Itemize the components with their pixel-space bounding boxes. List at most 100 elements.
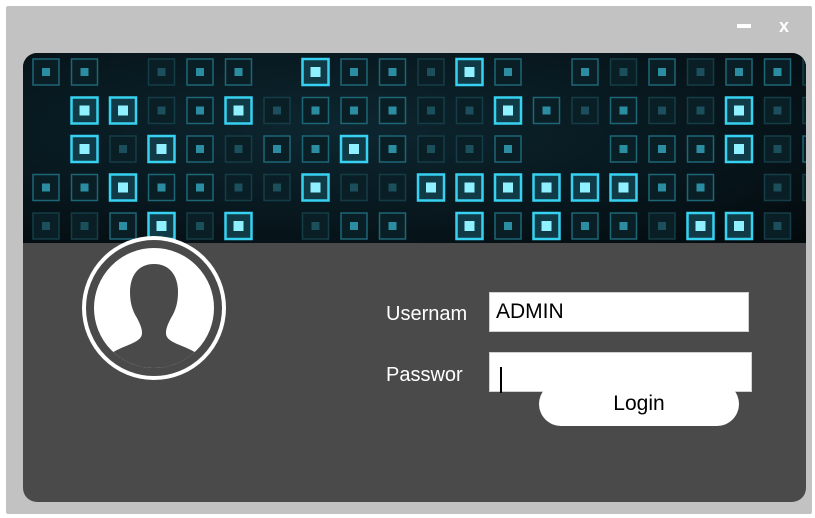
- grid-tile: [301, 212, 330, 240]
- avatar: [82, 236, 226, 380]
- grid-tile: [224, 135, 253, 163]
- grid-tile: [648, 58, 676, 86]
- grid-tile: [417, 96, 445, 125]
- grid-tile: [609, 58, 638, 86]
- grid-tile: [763, 58, 792, 86]
- close-button[interactable]: x: [774, 16, 794, 36]
- grid-tile: [417, 135, 445, 163]
- grid-tile: [340, 173, 368, 202]
- grid-tile: [301, 57, 330, 87]
- grid-tile: [263, 96, 291, 125]
- grid-tile: [493, 96, 523, 125]
- grid-tile: [763, 96, 792, 125]
- user-silhouette-icon: [86, 240, 222, 376]
- grid-tile: [609, 212, 638, 240]
- grid-tile: [609, 173, 638, 202]
- grid-tile: [109, 135, 137, 163]
- grid-tile: [686, 135, 715, 163]
- grid-tile: [494, 135, 522, 163]
- grid-tile: [378, 58, 407, 86]
- grid-tile: [70, 134, 99, 164]
- grid-tile: [378, 96, 407, 125]
- grid-tile: [147, 173, 176, 202]
- minimize-button[interactable]: [734, 16, 754, 36]
- grid-tile: [186, 96, 214, 125]
- grid-tile: [609, 96, 638, 125]
- grid-tile: [648, 96, 676, 125]
- grid-tile: [378, 173, 407, 202]
- grid-tile: [763, 173, 792, 202]
- grid-tile: [686, 211, 715, 241]
- grid-tile: [455, 57, 484, 87]
- username-label: Usernam: [386, 303, 468, 325]
- grid-tile: [455, 96, 484, 125]
- grid-tile: [339, 134, 369, 164]
- grid-tile: [648, 173, 676, 202]
- grid-tile: [571, 96, 599, 125]
- grid-tile: [648, 135, 676, 163]
- grid-tile: [455, 135, 484, 163]
- grid-tile: [455, 173, 484, 202]
- grid-tile: [32, 58, 60, 86]
- grid-tile: [147, 58, 176, 86]
- grid-tile: [224, 96, 253, 125]
- grid-tile: [70, 96, 99, 125]
- grid-tile: [108, 173, 138, 202]
- grid-tile: [186, 212, 214, 240]
- grid-tile: [455, 211, 484, 241]
- grid-tile: [802, 96, 806, 125]
- grid-tile: [340, 212, 368, 240]
- grid-tile: [70, 212, 99, 240]
- grid-tile: [224, 173, 253, 202]
- grid-tile: [224, 211, 253, 241]
- grid-tile: [802, 58, 806, 86]
- grid-tile: [802, 135, 806, 163]
- grid-tile: [763, 135, 792, 163]
- grid-tile: [340, 58, 368, 86]
- grid-tile: [686, 96, 715, 125]
- grid-tile: [725, 58, 753, 86]
- grid-tile: [571, 212, 599, 240]
- grid-tile: [108, 96, 138, 125]
- grid-tile: [147, 96, 176, 125]
- grid-tile: [301, 96, 330, 125]
- login-button[interactable]: Login: [539, 382, 739, 426]
- banner-image: [23, 53, 806, 243]
- grid-tile: [301, 173, 330, 202]
- grid-tile: [609, 135, 638, 163]
- grid-tile: [340, 96, 368, 125]
- password-label: Passwor: [386, 364, 463, 386]
- grid-tile: [224, 58, 253, 86]
- grid-tile: [686, 173, 715, 202]
- grid-tile: [263, 135, 291, 163]
- minimize-icon: [737, 24, 751, 28]
- grid-tile: [532, 211, 561, 241]
- grid-tile: [378, 135, 407, 163]
- grid-tile: [186, 58, 214, 86]
- grid-tile: [724, 96, 754, 125]
- grid-tile: [417, 58, 445, 86]
- grid-tile: [686, 58, 715, 86]
- grid-tile: [532, 173, 561, 202]
- grid-tile: [763, 212, 792, 240]
- grid-tile: [532, 96, 561, 125]
- grid-tile: [263, 173, 291, 202]
- grid-tile: [186, 173, 214, 202]
- grid-tile: [724, 134, 754, 164]
- username-input[interactable]: [489, 292, 749, 332]
- window-controls: x: [734, 16, 794, 36]
- grid-tile: [70, 58, 99, 86]
- grid-tile: [570, 173, 600, 202]
- login-window: x Usernam Passwor Login: [6, 6, 812, 514]
- grid-tile: [724, 211, 754, 241]
- circuit-grid-graphic: [32, 57, 806, 241]
- grid-tile: [802, 173, 806, 202]
- grid-tile: [648, 212, 676, 240]
- grid-tile: [32, 212, 60, 240]
- grid-tile: [301, 135, 330, 163]
- grid-tile: [493, 173, 523, 202]
- grid-tile: [109, 212, 137, 240]
- grid-tile: [494, 58, 522, 86]
- grid-tile: [32, 173, 60, 202]
- grid-tile: [378, 212, 407, 240]
